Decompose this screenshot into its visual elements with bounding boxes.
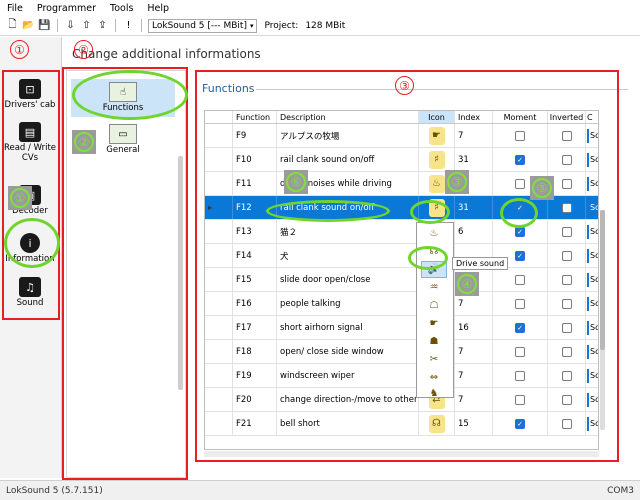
info-icon[interactable]: ǃ [122, 19, 135, 32]
menu-bar: File Programmer Tools Help [0, 0, 640, 16]
highlight-functions [72, 70, 188, 120]
chevron-down-icon: ▾ [249, 21, 254, 30]
menu-help[interactable]: Help [140, 3, 176, 14]
toolbar-separator [115, 19, 116, 32]
annotation-green-4: ④ [455, 272, 479, 296]
status-port: COM3 [607, 485, 634, 496]
annotation-green-5-label: ⑤ [532, 178, 552, 198]
project-size: 128 MBit [305, 20, 346, 31]
status-version: LokSound 5 (5.7.151) [6, 485, 103, 496]
annotation-green-1a: ① [8, 186, 32, 210]
menu-file[interactable]: File [0, 3, 30, 14]
open-icon[interactable]: 📂 [22, 19, 35, 32]
status-bar: LokSound 5 (5.7.151) COM3 [0, 480, 640, 500]
annotation-box-2 [62, 67, 188, 480]
highlight-description [266, 200, 390, 222]
options-title: Change additional informations [72, 47, 261, 61]
toolbar-separator [141, 19, 142, 32]
menu-programmer[interactable]: Programmer [30, 3, 103, 14]
annotation-green-1a-label: ① [10, 188, 30, 208]
highlight-moment [500, 198, 538, 228]
menu-tools[interactable]: Tools [103, 3, 140, 14]
write-icon[interactable]: ⇧ [80, 19, 93, 32]
highlight-drive-sound [408, 246, 448, 270]
annotation-green-5: ⑤ [530, 176, 554, 200]
write-partial-icon[interactable]: ⇪ [96, 19, 109, 32]
annotation-label-1: ① [10, 40, 29, 59]
highlight-icon-cell [410, 200, 450, 224]
decoder-select-value: LokSound 5 [--- MBit] [152, 20, 247, 31]
save-icon[interactable]: 💾 [38, 19, 51, 32]
annotation-green-3-label: ③ [447, 172, 467, 192]
annotation-box-3 [195, 70, 619, 462]
annotation-green-4-label: ④ [457, 274, 477, 294]
annotation-green-6: ⑥ [284, 170, 308, 194]
project-label: Project: [264, 20, 299, 31]
annotation-label-2: ② [74, 40, 93, 59]
annotation-green-2: ② [72, 130, 96, 154]
toolbar-separator [57, 19, 58, 32]
annotation-green-2-label: ② [74, 132, 94, 152]
toolbar: 🗋 📂 💾 ⇩ ⇧ ⇪ ǃ LokSound 5 [--- MBit] ▾ Pr… [0, 16, 640, 36]
highlight-information [4, 218, 60, 268]
annotation-green-6-label: ⑥ [286, 172, 306, 192]
decoder-select[interactable]: LokSound 5 [--- MBit] ▾ [148, 18, 258, 33]
annotation-label-3: ③ [395, 76, 414, 95]
annotation-green-3: ③ [445, 170, 469, 194]
new-icon[interactable]: 🗋 [6, 19, 19, 32]
read-icon[interactable]: ⇩ [64, 19, 77, 32]
